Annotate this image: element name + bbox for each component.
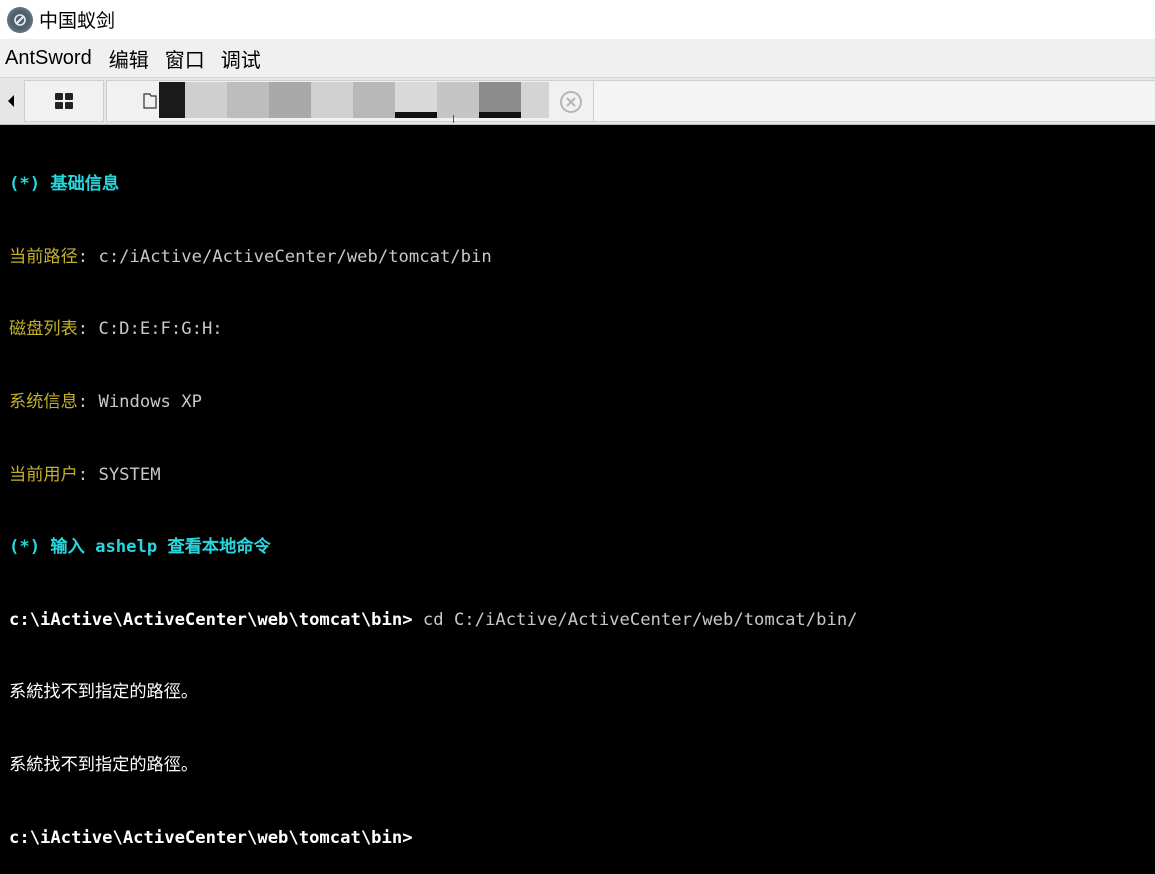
title-bar: 中国蚁剑	[0, 0, 1155, 39]
close-circle-icon	[560, 91, 582, 113]
tab-bar-empty	[594, 80, 1155, 122]
info-key: 当前用户	[9, 464, 78, 485]
output-line: 系統找不到指定的路徑。	[9, 682, 199, 703]
grid-icon	[55, 93, 73, 109]
info-line-user: 当前用户: SYSTEM	[9, 464, 161, 485]
info-key: 磁盘列表	[9, 319, 78, 340]
caret-left-icon	[8, 95, 14, 107]
menu-window[interactable]: 窗口	[160, 44, 216, 73]
info-value: Windows XP	[98, 392, 202, 412]
command-line-current[interactable]: c:\iActive\ActiveCenter\web\tomcat\bin>	[9, 826, 1155, 850]
terminal-header: (*) 基础信息	[9, 174, 120, 195]
tab-scroll-left-button[interactable]	[0, 78, 22, 124]
info-value: C:D:E:F:G:H:	[98, 319, 223, 340]
info-value: c:/iActive/ActiveCenter/web/tomcat/bin	[98, 246, 492, 267]
info-key: 系统信息	[9, 392, 78, 412]
help-hint: (*) 输入 ashelp 查看本地命令	[9, 537, 271, 558]
tab-file-manager[interactable]	[106, 80, 594, 123]
info-value: SYSTEM	[98, 464, 161, 485]
tab-home[interactable]	[24, 80, 104, 122]
blurred-tab-label	[159, 82, 549, 118]
info-line-disks: 磁盘列表: C:D:E:F:G:H:	[9, 319, 223, 340]
menu-debug[interactable]: 调试	[216, 44, 272, 73]
tab-bar	[0, 77, 1155, 125]
shell-prompt: c:\iActive\ActiveCenter\web\tomcat\bin>	[9, 827, 413, 848]
antsword-logo-icon	[7, 6, 33, 33]
window-title: 中国蚁剑	[39, 10, 116, 32]
command-text: cd C:/iActive/ActiveCenter/web/tomcat/bi…	[412, 609, 858, 630]
tab-divider	[453, 115, 454, 123]
command-line: c:\iActive\ActiveCenter\web\tomcat\bin> …	[9, 608, 1155, 632]
menu-antsword[interactable]: AntSword	[0, 47, 104, 70]
close-tab-button[interactable]	[559, 90, 583, 118]
info-line-system: 系统信息: Windows XP	[9, 392, 202, 412]
output-line: 系統找不到指定的路徑。	[9, 754, 199, 775]
shell-prompt: c:\iActive\ActiveCenter\web\tomcat\bin>	[9, 609, 413, 630]
menu-bar: AntSword 编辑 窗口 调试	[0, 39, 1155, 77]
terminal[interactable]: (*) 基础信息 当前路径: c:/iActive/ActiveCenter/w…	[0, 125, 1155, 848]
info-key: 当前路径	[9, 246, 78, 267]
info-line-path: 当前路径: c:/iActive/ActiveCenter/web/tomcat…	[9, 246, 492, 267]
folder-icon	[143, 93, 157, 109]
menu-edit[interactable]: 编辑	[104, 44, 160, 73]
